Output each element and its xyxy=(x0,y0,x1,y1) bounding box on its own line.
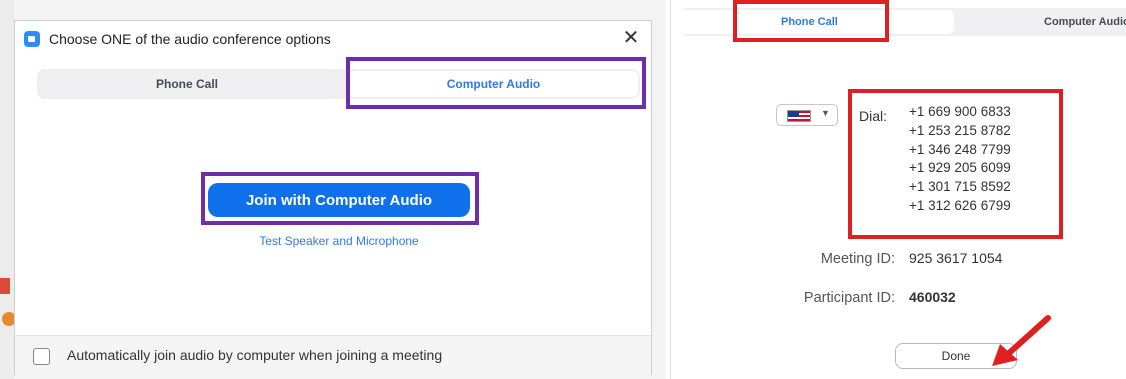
participant-id-value: 460032 xyxy=(909,289,956,305)
tab-computer-audio[interactable]: Computer Audio xyxy=(1044,10,1126,34)
audio-options-dialog: Choose ONE of the audio conference optio… xyxy=(14,20,652,376)
annotation-highlight-computer-audio-tab xyxy=(346,57,646,109)
meeting-id-label: Meeting ID: xyxy=(820,251,895,267)
auto-join-label: Automatically join audio by computer whe… xyxy=(67,347,443,363)
dialog-title: Choose ONE of the audio conference optio… xyxy=(49,31,331,47)
annotation-highlight-join-button xyxy=(201,172,479,225)
background-decoration xyxy=(0,278,10,294)
country-select[interactable]: ▼ xyxy=(776,104,838,126)
test-speaker-microphone-link[interactable]: Test Speaker and Microphone xyxy=(15,234,663,248)
red-arrow-icon xyxy=(992,315,1051,366)
meeting-id-value: 925 3617 1054 xyxy=(909,250,1003,266)
dialog-footer: Automatically join audio by computer whe… xyxy=(15,335,651,376)
chevron-down-icon: ▼ xyxy=(821,108,830,118)
dialog-titlebar: Choose ONE of the audio conference optio… xyxy=(15,21,651,57)
annotation-highlight-dial-numbers xyxy=(848,89,1063,239)
phone-call-panel: Phone Call Computer Audio ▼ Dial: +1 669… xyxy=(670,0,1126,379)
participant-id-label: Participant ID: xyxy=(803,290,895,306)
tab-phone-call[interactable]: Phone Call xyxy=(37,69,337,99)
us-flag-icon xyxy=(787,110,811,122)
zoom-icon xyxy=(24,31,40,47)
annotation-highlight-phone-call-tab xyxy=(733,0,889,42)
close-icon[interactable]: ✕ xyxy=(621,27,641,49)
screenshot-stage: Choose ONE of the audio conference optio… xyxy=(0,0,1126,379)
auto-join-checkbox[interactable] xyxy=(33,348,50,365)
